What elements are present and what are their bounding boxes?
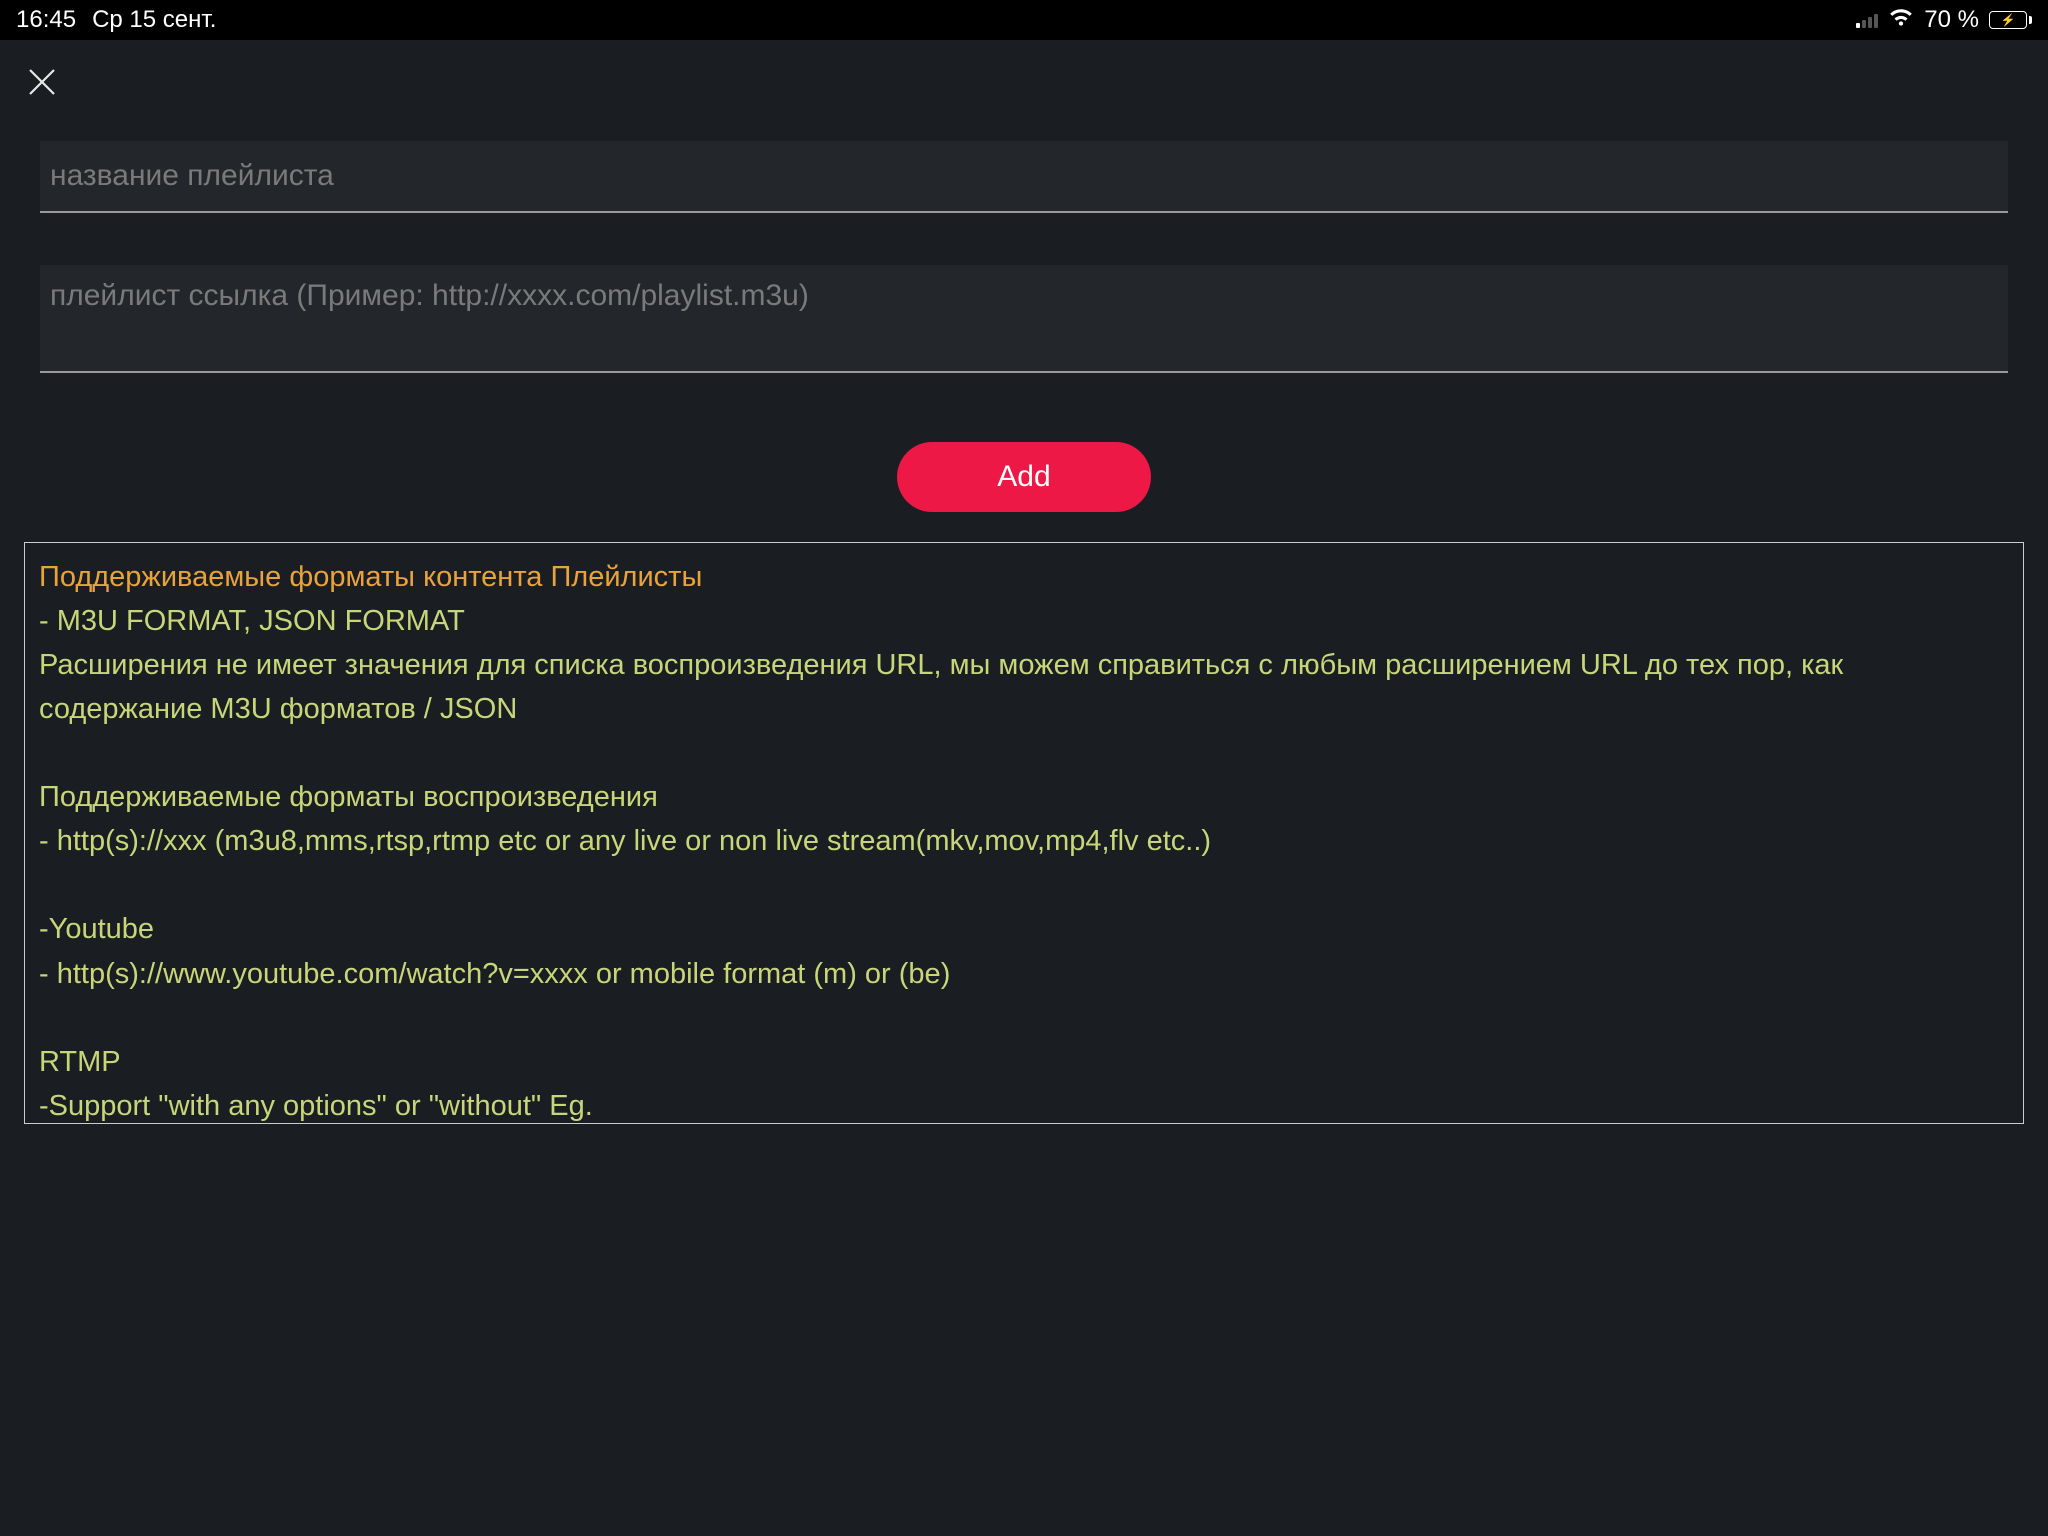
help-text: - M3U FORMAT, JSON FORMAT — [39, 599, 2009, 643]
status-bar: 16:45 Ср 15 сент. 70 % ⚡ — [0, 0, 2048, 40]
main-content: Add Поддерживаемые форматы контента Плей… — [0, 40, 2048, 1124]
help-text: -Youtube — [39, 907, 2009, 951]
battery-percent: 70 % — [1924, 6, 1979, 34]
battery-icon: ⚡ — [1989, 11, 2032, 29]
cellular-signal-icon — [1856, 12, 1878, 28]
status-time: 16:45 — [16, 6, 76, 34]
status-left: 16:45 Ср 15 сент. — [16, 6, 216, 34]
playlist-name-input[interactable] — [40, 141, 2008, 213]
wifi-icon — [1888, 4, 1914, 37]
help-text: Расширения не имеет значения для списка … — [39, 643, 2009, 731]
help-text: -Support "with any options" or "without"… — [39, 1084, 2009, 1124]
close-icon — [24, 64, 60, 100]
status-date: Ср 15 сент. — [92, 6, 216, 34]
help-text: RTMP — [39, 1040, 2009, 1084]
playlist-url-input[interactable] — [40, 265, 2008, 373]
status-right: 70 % ⚡ — [1856, 4, 2032, 37]
add-button[interactable]: Add — [897, 442, 1150, 512]
add-button-wrapper: Add — [40, 442, 2008, 512]
help-spacer — [39, 731, 2009, 775]
form-section: Add — [0, 141, 2048, 512]
help-text: - http(s)://www.youtube.com/watch?v=xxxx… — [39, 952, 2009, 996]
help-text: Поддерживаемые форматы воспроизведения — [39, 775, 2009, 819]
help-box: Поддерживаемые форматы контента Плейлист… — [24, 542, 2024, 1124]
help-text: Поддерживаемые форматы контента Плейлист… — [39, 555, 2009, 599]
help-text: - http(s)://xxx (m3u8,mms,rtsp,rtmp etc … — [39, 819, 2009, 863]
help-spacer — [39, 863, 2009, 907]
close-button[interactable] — [0, 40, 2048, 141]
help-spacer — [39, 996, 2009, 1040]
